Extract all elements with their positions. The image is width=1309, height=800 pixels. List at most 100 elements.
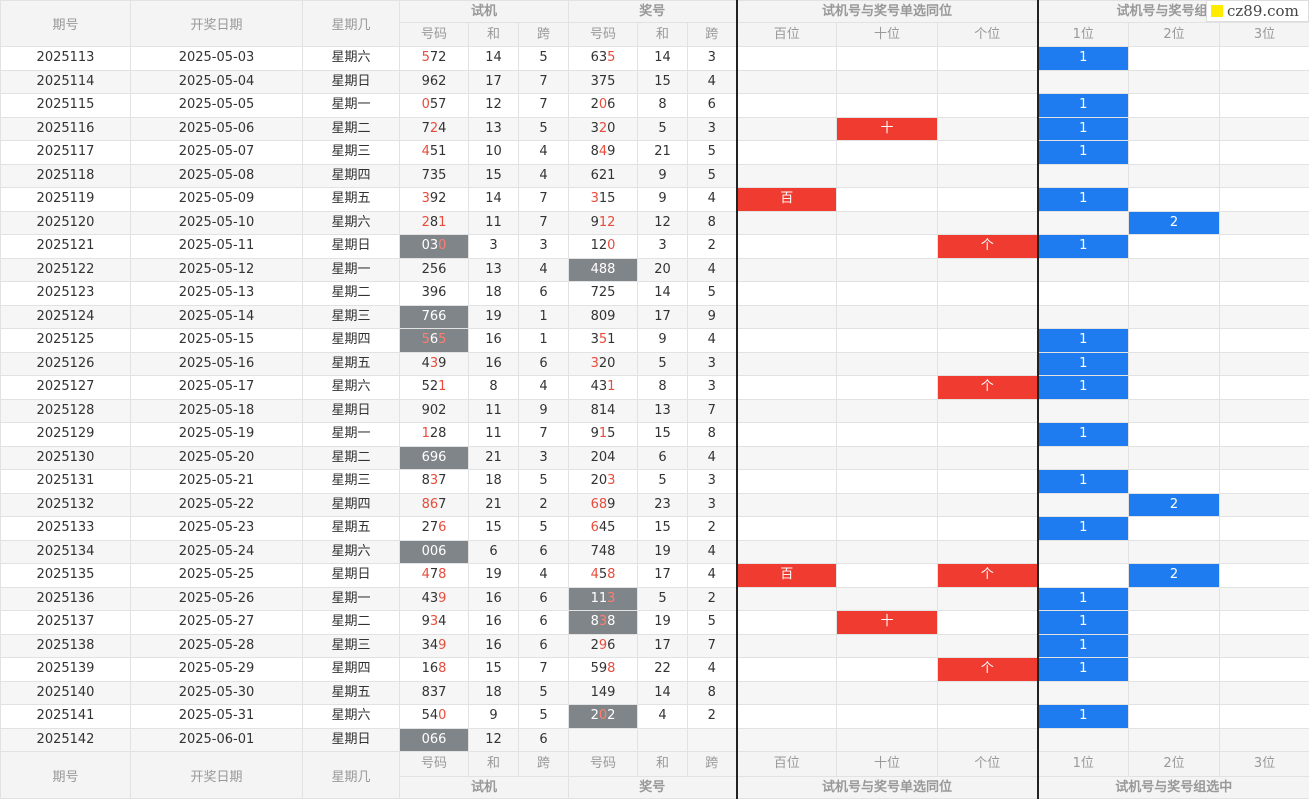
issue-cell: 2025124 (0, 304, 131, 329)
digit: 6 (590, 496, 599, 512)
digit: 9 (590, 426, 599, 442)
trial-sum-cell: 16 (468, 328, 519, 353)
prize-span-cell: 5 (687, 281, 738, 306)
digit: 0 (421, 238, 430, 254)
prize-span-cell: 2 (687, 704, 738, 729)
weekday-cell: 星期五 (302, 351, 400, 376)
pos-1-cell: 1 (1037, 375, 1130, 400)
shi-cell (836, 187, 939, 212)
footer-group-single: 试机号与奖号单选同位 (736, 775, 1039, 800)
table-row: 2025132 2025-05-22 星期四 867 21 2 689 23 3 2 (0, 492, 1309, 517)
bai-cell (736, 234, 838, 259)
prize-number-cell: 315 (568, 187, 639, 212)
header-prize-span: 跨 (687, 22, 738, 47)
issue-cell: 2025136 (0, 586, 131, 611)
digit: 2 (590, 708, 599, 724)
weekday-cell: 星期六 (302, 375, 400, 400)
trial-span-cell: 1 (517, 328, 570, 353)
pos-1-cell: 1 (1037, 46, 1130, 71)
digit: 0 (598, 449, 608, 465)
digit: 8 (607, 661, 616, 677)
table-row: 2025128 2025-05-18 星期日 902 11 9 814 13 7 (0, 398, 1309, 423)
date-cell: 2025-05-27 (130, 610, 303, 635)
issue-cell: 2025125 (0, 328, 131, 353)
pos-2-cell (1128, 680, 1221, 705)
digit: 2 (598, 355, 608, 371)
footer-weekday: 星期几 (302, 751, 400, 799)
prize-sum-cell: 17 (637, 633, 689, 658)
weekday-cell: 星期日 (302, 563, 400, 588)
digit: 7 (438, 473, 447, 489)
trial-number-cell: 128 (399, 422, 469, 447)
pos-1-cell (1037, 445, 1130, 470)
trial-sum-cell: 11 (468, 422, 519, 447)
trial-number-cell: 451 (399, 140, 469, 165)
prize-sum-cell: 14 (637, 46, 689, 71)
bai-cell (736, 46, 838, 71)
bai-cell (736, 375, 838, 400)
shi-cell (836, 210, 939, 235)
digit: 3 (590, 355, 599, 371)
pos-1-cell: 1 (1037, 328, 1130, 353)
site-logo[interactable]: cz89.com (1206, 0, 1309, 22)
pos-2-cell: 2 (1128, 563, 1221, 588)
date-cell: 2025-05-08 (130, 163, 303, 188)
issue-cell: 2025119 (0, 187, 131, 212)
bai-cell (736, 69, 838, 94)
footer-group-prize: 奖号 (568, 775, 738, 800)
shi-cell (836, 69, 939, 94)
shi-cell (836, 563, 939, 588)
ge-cell (937, 516, 1039, 541)
weekday-cell: 星期二 (302, 281, 400, 306)
digit: 1 (598, 402, 608, 418)
bai-cell (736, 304, 838, 329)
pos-2-cell (1128, 539, 1221, 564)
prize-sum-cell: 21 (637, 140, 689, 165)
digit: 1 (590, 590, 599, 606)
digit: 7 (438, 684, 447, 700)
digit: 3 (429, 590, 439, 606)
pos-3-cell (1219, 704, 1309, 729)
issue-cell: 2025118 (0, 163, 131, 188)
shi-cell (836, 375, 939, 400)
digit: 3 (590, 332, 599, 348)
pos-2-cell (1128, 304, 1221, 329)
prize-sum-cell: 8 (637, 375, 689, 400)
prize-number-cell: 202 (568, 704, 639, 729)
shi-cell (836, 657, 939, 682)
pos-1-cell: 1 (1037, 586, 1130, 611)
issue-cell: 2025122 (0, 257, 131, 282)
digit: 3 (598, 379, 608, 395)
shi-cell (836, 469, 939, 494)
bai-cell: 百 (736, 563, 838, 588)
digit: 9 (598, 637, 608, 653)
digit: 8 (438, 426, 447, 442)
footer-group-trial: 试机 (398, 775, 570, 800)
digit: 2 (438, 402, 447, 418)
pos-1-cell: 1 (1037, 234, 1130, 259)
weekday-cell: 星期六 (302, 539, 400, 564)
prize-span-cell: 3 (687, 492, 738, 517)
prize-number-cell: 113 (568, 586, 639, 611)
digit: 0 (607, 120, 616, 136)
trial-sum-cell: 15 (468, 163, 519, 188)
header-issue: 期号 (0, 0, 131, 47)
shi-cell (836, 539, 939, 564)
prize-sum-cell: 4 (637, 704, 689, 729)
issue-cell: 2025135 (0, 563, 131, 588)
digit: 6 (590, 50, 599, 66)
footer-trial-sum: 和 (468, 751, 519, 777)
prize-number-cell: 488 (568, 257, 639, 282)
trial-number-cell: 724 (399, 116, 469, 141)
prize-number-cell: 689 (568, 492, 639, 517)
digit: 6 (438, 449, 447, 465)
digit: 2 (438, 73, 447, 89)
trial-number-cell: 735 (399, 163, 469, 188)
digit: 0 (421, 731, 430, 747)
date-cell: 2025-05-17 (130, 375, 303, 400)
weekday-cell: 星期五 (302, 187, 400, 212)
trial-span-cell: 3 (517, 234, 570, 259)
pos-1-cell: 1 (1037, 93, 1130, 118)
trial-number-cell: 565 (399, 328, 469, 353)
header-group-single: 试机号与奖号单选同位 (736, 0, 1039, 23)
